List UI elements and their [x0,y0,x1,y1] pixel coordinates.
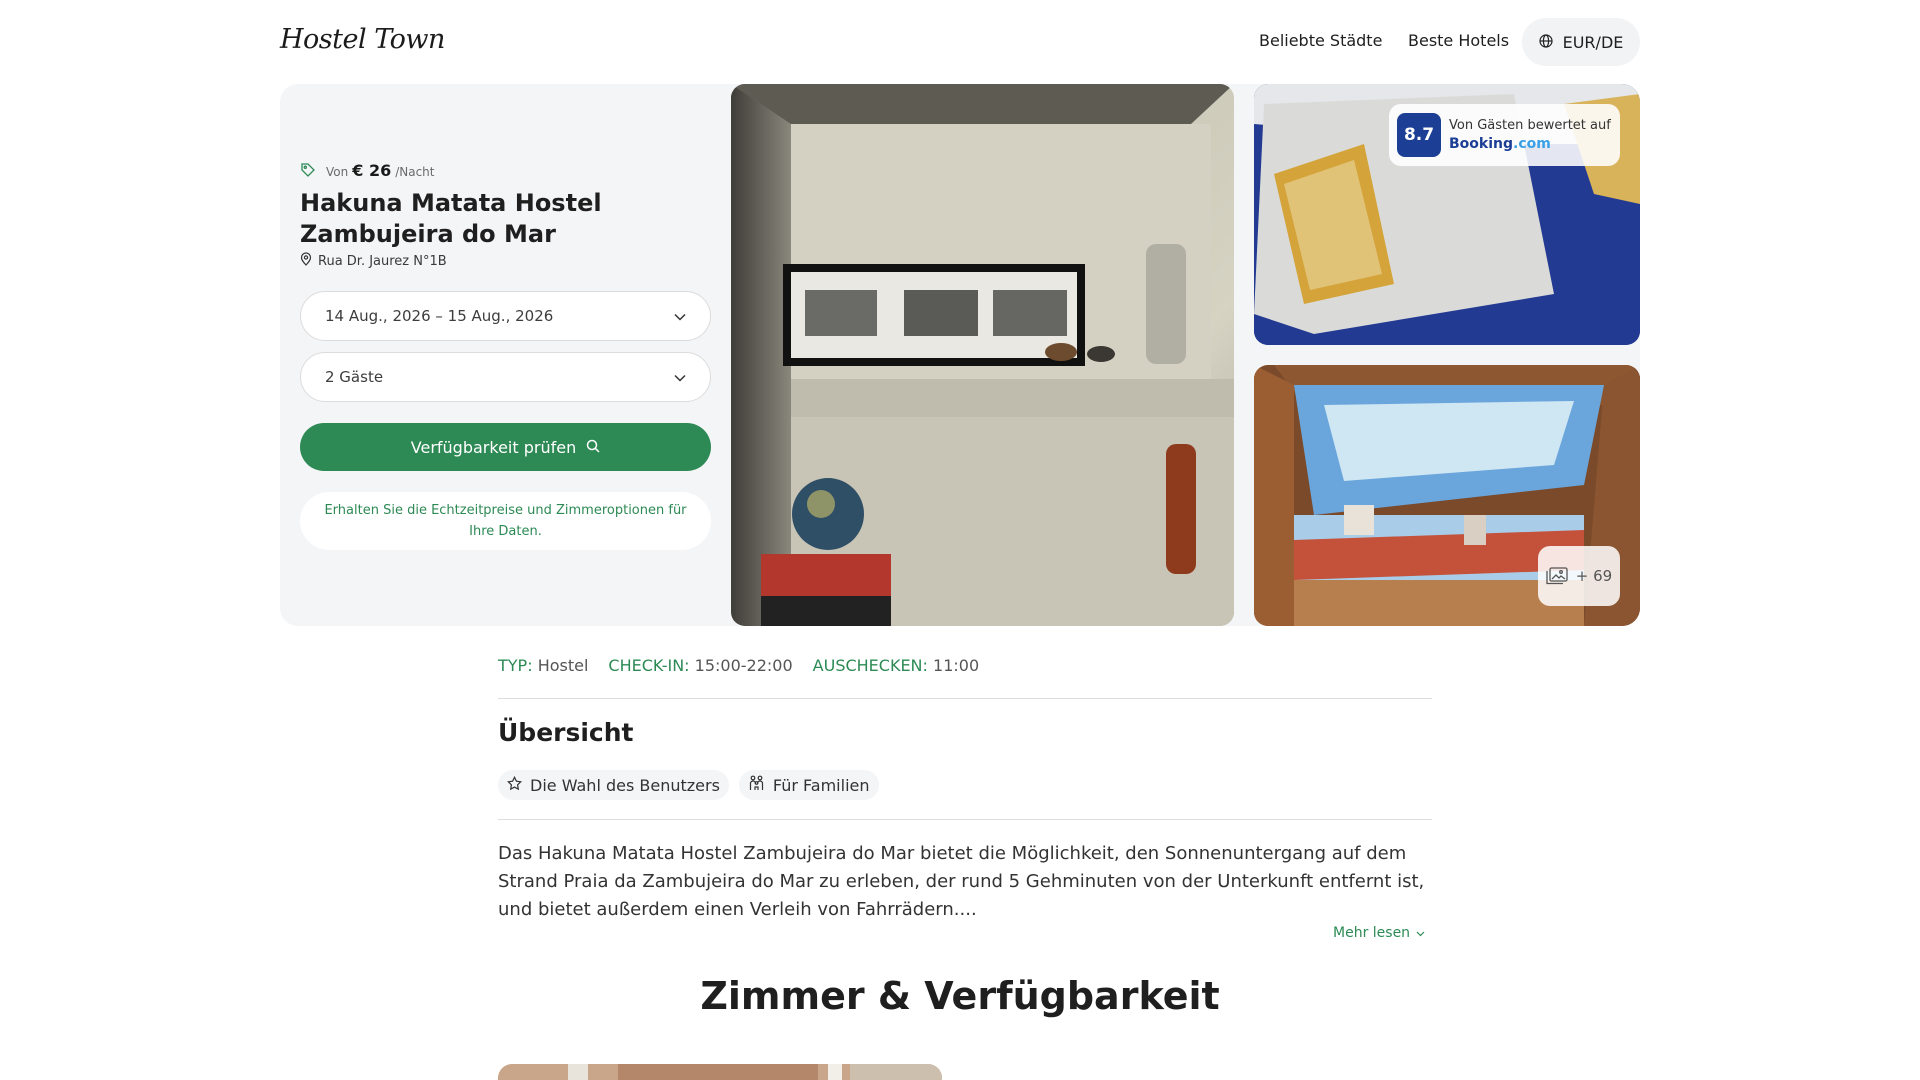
chip-users-choice: Die Wahl des Benutzers [498,770,729,800]
check-availability-label: Verfügbarkeit prüfen [410,437,577,457]
date-range-value: 14 Aug., 2026 – 15 Aug., 2026 [325,307,554,325]
site-logo[interactable]: Hostel Town [280,24,445,55]
rating-score: 8.7 [1397,113,1441,157]
booking-brand-suffix: .com [1513,136,1551,152]
date-range-select[interactable]: 14 Aug., 2026 – 15 Aug., 2026 [300,291,711,341]
chip-family-friendly: Für Familien [738,770,879,800]
divider [498,819,1432,820]
globe-icon [1539,33,1553,52]
divider [498,698,1432,699]
info-type-value: Hostel [537,656,589,675]
price-tag-icon [300,162,316,181]
currency-label: EUR/DE [1562,32,1624,52]
gallery-photo-bottom[interactable]: + 69 [1254,365,1640,626]
guests-select[interactable]: 2 Gäste [300,352,711,402]
location-pin-icon [300,252,312,270]
image-gallery-icon [1546,567,1568,585]
price-suffix: /Nacht [395,165,435,179]
info-type: TYP: Hostel [498,656,588,675]
hotel-address: Rua Dr. Jaurez N°1B [300,252,447,270]
chevron-down-icon [674,368,686,386]
nav-best-hotels[interactable]: Beste Hotels [1408,31,1509,50]
info-checkin: CHECK-IN: 15:00-22:00 [608,656,792,675]
booking-panel: Von € 26 /Nacht Hakuna Matata Hostel Zam… [280,84,731,626]
more-photos-button[interactable]: + 69 [1538,546,1620,606]
gallery-photo-top[interactable]: 8.7 Von Gästen bewertet auf Booking.com [1254,84,1640,345]
room-photo[interactable] [498,1064,942,1080]
hotel-info-row: TYP: Hostel CHECK-IN: 15:00-22:00 AUSCHE… [498,656,979,675]
family-icon [748,775,765,795]
feature-chips: Die Wahl des Benutzers Für Familien [498,770,879,800]
site-header: Hostel Town Beliebte Städte Beste Hotels… [0,0,1920,84]
rating-label: Von Gästen bewertet auf [1449,118,1611,133]
info-type-key: TYP: [498,656,533,675]
info-checkout: AUSCHECKEN: 11:00 [813,656,979,675]
address-text: Rua Dr. Jaurez N°1B [318,253,447,269]
info-checkout-value: 11:00 [933,656,980,675]
read-more-label: Mehr lesen [1333,925,1411,941]
rating-text: Von Gästen bewertet auf Booking.com [1449,117,1611,153]
guests-value: 2 Gäste [325,368,384,386]
price-line: Von € 26 /Nacht [300,160,434,180]
booking-brand-name: Booking [1449,136,1514,152]
chevron-down-icon [1416,925,1425,941]
booking-logo: Booking.com [1449,135,1611,153]
price-value: € 26 [352,161,392,180]
hotel-description: Das Hakuna Matata Hostel Zambujeira do M… [498,843,1425,920]
info-checkout-key: AUSCHECKEN: [812,656,928,675]
rooms-availability-title: Zimmer & Verfügbarkeit [700,974,1220,1018]
overview-title: Übersicht [498,718,634,747]
star-icon [506,775,523,795]
chip-label: Die Wahl des Benutzers [530,775,720,795]
hotel-hero: Von € 26 /Nacht Hakuna Matata Hostel Zam… [280,84,1640,626]
hotel-name: Hakuna Matata Hostel Zambujeira do Mar [300,189,602,248]
info-checkin-key: CHECK-IN: [608,656,690,675]
price-prefix: Von [326,165,349,179]
gallery-photo-main[interactable] [731,84,1234,626]
chevron-down-icon [674,307,686,325]
info-checkin-value: 15:00-22:00 [694,656,793,675]
search-icon [586,438,600,457]
more-photos-count: + 69 [1575,567,1613,585]
booking-rating-badge: 8.7 Von Gästen bewertet auf Booking.com [1389,104,1620,166]
realtime-price-notice: Erhalten Sie die Echtzeitpreise und Zimm… [300,492,711,550]
currency-language-button[interactable]: EUR/DE [1522,18,1640,66]
nav-popular-cities[interactable]: Beliebte Städte [1259,31,1382,50]
read-more-link[interactable]: Mehr lesen [1333,925,1425,941]
chip-label: Für Familien [772,775,870,795]
check-availability-button[interactable]: Verfügbarkeit prüfen [300,423,711,471]
